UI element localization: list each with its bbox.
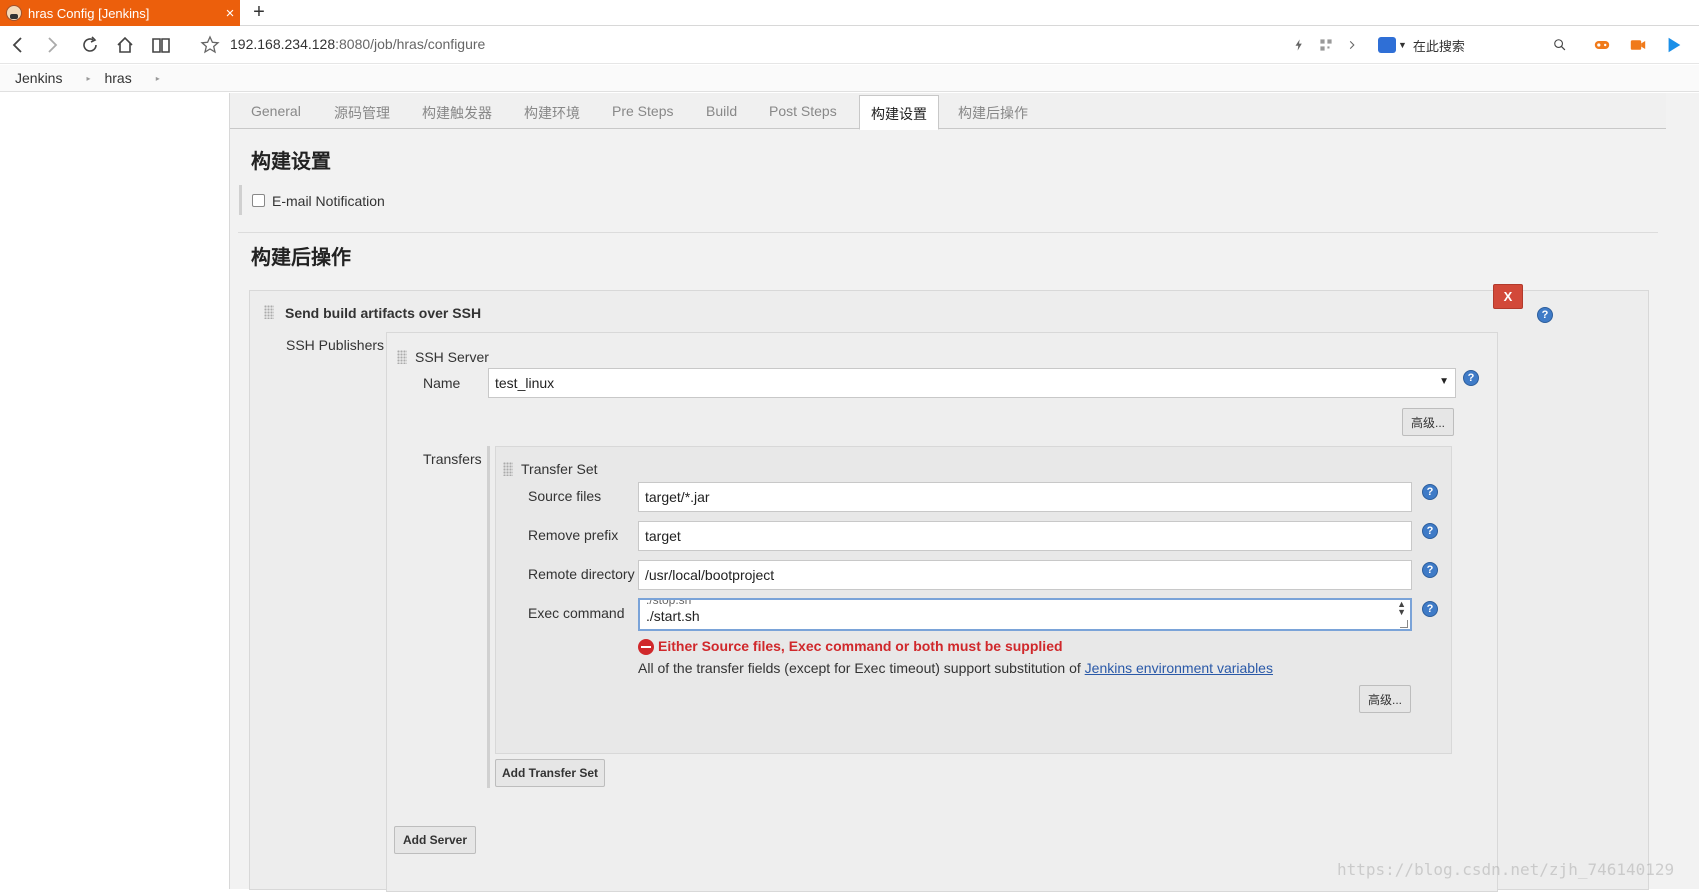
remove-prefix-label: Remove prefix bbox=[528, 527, 619, 543]
search-engine-dropdown-icon[interactable]: ▼ bbox=[1398, 40, 1407, 50]
publisher-title: Send build artifacts over SSH bbox=[285, 305, 482, 321]
server-name-select[interactable]: test_linux ▼ bbox=[488, 368, 1456, 398]
breadcrumb-hras[interactable]: hras bbox=[104, 70, 141, 86]
exec-command-label: Exec command bbox=[528, 605, 625, 621]
dropdown-arrow-icon: ▼ bbox=[1439, 376, 1449, 387]
ssh-server-panel: SSH Server Name test_linux ▼ ? 高级... Tra… bbox=[386, 332, 1498, 892]
reload-icon[interactable] bbox=[78, 33, 102, 57]
transfer-advanced-button[interactable]: 高级... bbox=[1359, 685, 1411, 713]
home-icon[interactable] bbox=[113, 33, 137, 57]
config-tabs: General 源码管理 构建触发器 构建环境 Pre Steps Build … bbox=[230, 93, 1666, 130]
tab-pre-steps[interactable]: Pre Steps bbox=[612, 103, 673, 119]
add-server-button[interactable]: Add Server bbox=[394, 826, 476, 854]
help-icon[interactable]: ? bbox=[1422, 562, 1438, 578]
exec-command-error: Either Source files, Exec command or bot… bbox=[658, 638, 1063, 654]
search-icon[interactable] bbox=[1550, 35, 1570, 55]
close-tab-icon[interactable]: × bbox=[220, 5, 240, 22]
new-tab-button[interactable]: + bbox=[248, 0, 270, 26]
name-label: Name bbox=[423, 375, 461, 391]
source-files-label: Source files bbox=[528, 488, 602, 504]
breadcrumb-separator-icon[interactable]: ▸ bbox=[142, 74, 174, 83]
url-field[interactable]: 192.168.234.128:8080/job/hras/configure bbox=[230, 36, 485, 52]
breadcrumb-separator-icon[interactable]: ▸ bbox=[72, 74, 104, 83]
email-notification-label: E-mail Notification bbox=[272, 193, 385, 209]
source-files-input[interactable]: target/*.jar bbox=[638, 482, 1412, 512]
url-host: 192.168.234.128 bbox=[230, 36, 336, 52]
resize-handle-icon[interactable] bbox=[1400, 620, 1408, 628]
forward-icon[interactable] bbox=[40, 33, 64, 57]
help-icon[interactable]: ? bbox=[1422, 601, 1438, 617]
url-path: :8080/job/hras/configure bbox=[335, 36, 486, 52]
tab-source-management[interactable]: 源码管理 bbox=[334, 103, 390, 123]
gamepad-icon[interactable] bbox=[1592, 35, 1612, 55]
server-name-value: test_linux bbox=[495, 375, 555, 391]
baidu-paw-icon bbox=[1378, 37, 1396, 53]
exec-command-textarea[interactable]: ./stop.sh ./start.sh ▲ ▼ bbox=[638, 598, 1412, 631]
search-placeholder: 在此搜索 bbox=[1412, 38, 1465, 54]
address-bar: 192.168.234.128:8080/job/hras/configure … bbox=[0, 27, 1699, 64]
lightning-icon[interactable] bbox=[1289, 35, 1309, 55]
exec-command-value: ./start.sh bbox=[646, 608, 700, 624]
delete-publisher-button[interactable]: X bbox=[1493, 284, 1523, 309]
qr-code-icon[interactable] bbox=[1316, 35, 1336, 55]
build-settings-title: 构建设置 bbox=[251, 149, 331, 173]
tab-build-environment[interactable]: 构建环境 bbox=[524, 103, 580, 123]
help-icon[interactable]: ? bbox=[1422, 484, 1438, 500]
search-box[interactable]: ▼ 在此搜索 bbox=[1378, 33, 1568, 57]
browser-tab[interactable]: hras Config [Jenkins] × bbox=[0, 0, 240, 26]
transfer-set-panel: Transfer Set Source files target/*.jar ?… bbox=[495, 446, 1452, 754]
tab-post-steps[interactable]: Post Steps bbox=[769, 103, 837, 119]
scroll-spinner-icon[interactable]: ▲ ▼ bbox=[1397, 600, 1406, 617]
server-advanced-button[interactable]: 高级... bbox=[1402, 408, 1454, 436]
email-notification-checkbox[interactable] bbox=[252, 194, 265, 207]
section-divider bbox=[238, 232, 1658, 233]
tab-general[interactable]: General bbox=[251, 103, 301, 119]
add-transfer-set-button[interactable]: Add Transfer Set bbox=[495, 759, 605, 787]
video-icon[interactable] bbox=[1628, 35, 1648, 55]
drag-handle-icon[interactable] bbox=[503, 462, 513, 476]
ssh-server-label: SSH Server bbox=[415, 349, 489, 365]
chevron-right-icon[interactable] bbox=[1342, 35, 1362, 55]
drag-handle-icon[interactable] bbox=[397, 350, 407, 364]
env-variables-link[interactable]: Jenkins environment variables bbox=[1085, 660, 1273, 676]
transfers-indent-bar bbox=[487, 446, 490, 788]
help-icon[interactable]: ? bbox=[1537, 307, 1553, 323]
error-icon bbox=[638, 639, 654, 655]
bookmark-star-icon[interactable] bbox=[200, 35, 220, 55]
tab-build[interactable]: Build bbox=[706, 103, 737, 119]
config-form: General 源码管理 构建触发器 构建环境 Pre Steps Build … bbox=[229, 93, 1699, 892]
back-icon[interactable] bbox=[6, 33, 30, 57]
jenkins-favicon-icon bbox=[6, 5, 22, 21]
remote-directory-input[interactable]: /usr/local/bootproject bbox=[638, 560, 1412, 590]
breadcrumb-jenkins[interactable]: Jenkins bbox=[0, 70, 72, 86]
drag-handle-icon[interactable] bbox=[264, 305, 274, 319]
watermark: https://blog.csdn.net/zjh_746140129 bbox=[1337, 860, 1675, 879]
reading-mode-icon[interactable] bbox=[149, 33, 173, 57]
help-icon[interactable]: ? bbox=[1422, 523, 1438, 539]
ssh-publisher-panel: Send build artifacts over SSH X ? SSH Pu… bbox=[249, 284, 1649, 892]
browser-tab-title: hras Config [Jenkins] bbox=[28, 5, 150, 21]
section-indent-bar bbox=[239, 185, 242, 215]
help-icon[interactable]: ? bbox=[1463, 370, 1479, 386]
post-build-title: 构建后操作 bbox=[251, 245, 351, 269]
transfers-label: Transfers bbox=[423, 451, 482, 467]
transfer-info-message: All of the transfer fields (except for E… bbox=[638, 660, 1081, 676]
exec-command-previous-line: ./stop.sh bbox=[646, 598, 692, 607]
tab-build-settings[interactable]: 构建设置 bbox=[859, 95, 939, 130]
tab-build-triggers[interactable]: 构建触发器 bbox=[422, 103, 492, 123]
browser-tab-bar: hras Config [Jenkins] × + bbox=[0, 0, 1699, 26]
transfer-info-text: All of the transfer fields (except for E… bbox=[638, 660, 1273, 676]
breadcrumb: Jenkins ▸ hras ▸ bbox=[0, 65, 1699, 92]
transfer-set-label: Transfer Set bbox=[521, 461, 598, 477]
remove-prefix-input[interactable]: target bbox=[638, 521, 1412, 551]
remote-directory-label: Remote directory bbox=[528, 566, 635, 582]
ssh-publishers-label: SSH Publishers bbox=[286, 337, 385, 353]
play-icon[interactable] bbox=[1664, 35, 1684, 55]
tab-post-build-actions[interactable]: 构建后操作 bbox=[958, 103, 1028, 123]
